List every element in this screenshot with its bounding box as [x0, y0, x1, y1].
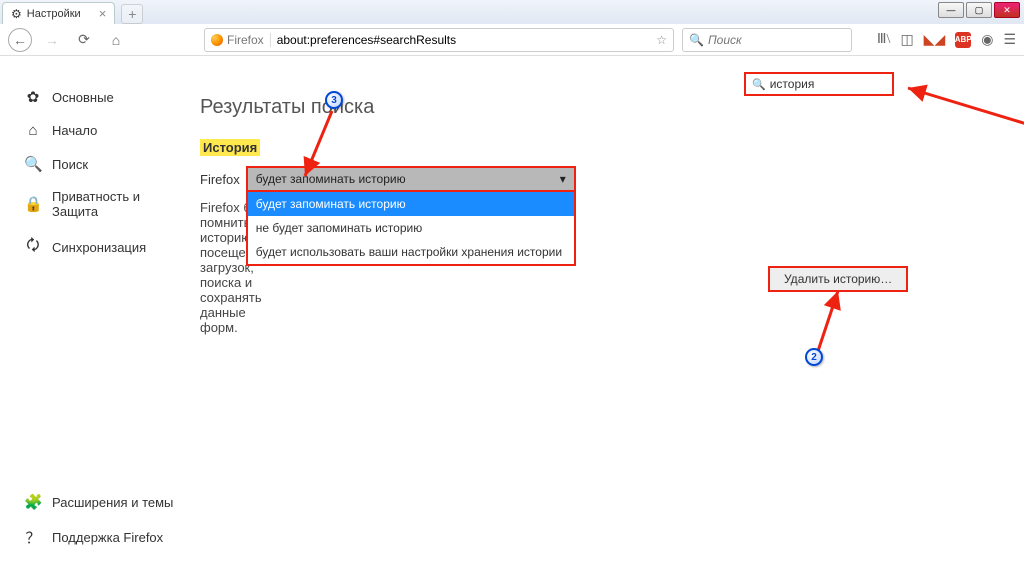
pref-search-box[interactable]: 🔍 история: [744, 72, 894, 96]
callout-arrow-2: [808, 286, 848, 356]
callout-arrow-3: [300, 106, 340, 186]
sync-icon: 🗘: [24, 235, 42, 260]
sidebar-item-label: Расширения и темы: [52, 495, 173, 510]
sidebar-item-label: Начало: [52, 123, 97, 138]
dropdown-option[interactable]: будет запоминать историю: [248, 192, 574, 216]
titlebar: ⚙ Настройки × + — ▢ ✕: [0, 0, 1024, 24]
menu-icon[interactable]: ☰: [1003, 31, 1016, 48]
sidebar-item-label: Поддержка Firefox: [52, 530, 163, 545]
sidebar-item-label: Синхронизация: [52, 240, 146, 255]
history-dropdown[interactable]: будет запоминать историю ▾ будет запомин…: [246, 166, 576, 192]
dropdown-list: будет запоминать историю не будет запоми…: [246, 192, 576, 266]
lock-icon: 🔒: [24, 195, 42, 213]
sidebar-item-sync[interactable]: 🗘 Синхронизация: [24, 227, 180, 268]
sidebar-item-label: Основные: [52, 90, 114, 105]
maximize-button[interactable]: ▢: [966, 2, 992, 18]
new-tab-button[interactable]: +: [121, 4, 143, 24]
pref-search-value: история: [770, 77, 815, 91]
search-icon: 🔍: [689, 33, 704, 47]
sidebar-item-general[interactable]: ✿ Основные: [24, 80, 180, 114]
sidebar-item-support[interactable]: ？ Поддержка Firefox: [24, 519, 180, 556]
chevron-down-icon: ▾: [560, 172, 566, 186]
forward-button[interactable]: →: [40, 28, 64, 52]
url-input[interactable]: [277, 33, 651, 47]
abp-icon[interactable]: ABP: [955, 32, 971, 48]
close-window-button[interactable]: ✕: [994, 2, 1020, 18]
question-icon: ？: [24, 527, 42, 548]
content: ✿ Основные ⌂ Начало 🔍 Поиск 🔒 Приватност…: [0, 56, 1024, 576]
dropdown-option[interactable]: будет использовать ваши настройки хранен…: [248, 240, 574, 264]
callout-arrow-1: [900, 80, 1024, 130]
sidebar-item-label: Поиск: [52, 157, 88, 172]
sidebar-item-label: Приватность и Защита: [52, 189, 180, 219]
sidebar: ✿ Основные ⌂ Начало 🔍 Поиск 🔒 Приватност…: [0, 56, 180, 576]
sidebar-item-extensions[interactable]: 🧩 Расширения и темы: [24, 485, 180, 519]
dropdown-button[interactable]: будет запоминать историю ▾: [246, 166, 576, 192]
search-icon: 🔍: [24, 155, 42, 173]
identity-label: Firefox: [227, 33, 264, 47]
tab-close-icon[interactable]: ×: [99, 6, 107, 21]
profile-icon[interactable]: ◉: [981, 31, 993, 48]
navbar: ← → ⟳ ⌂ Firefox ☆ 🔍 Ⅲ\ ◫ ◣◢ ABP ◉ ☰: [0, 24, 1024, 56]
firefox-logo-icon: [211, 34, 223, 46]
back-button[interactable]: ←: [8, 28, 32, 52]
identity-box[interactable]: Firefox: [211, 33, 271, 47]
tab-title: Настройки: [27, 8, 81, 20]
pocket-icon[interactable]: ◣◢: [924, 31, 946, 48]
section-title-history: История: [200, 139, 260, 156]
search-input[interactable]: [708, 33, 845, 47]
reload-button[interactable]: ⟳: [72, 28, 96, 52]
bookmark-star-icon[interactable]: ☆: [656, 33, 667, 47]
url-bar[interactable]: Firefox ☆: [204, 28, 674, 52]
window-controls: — ▢ ✕: [938, 2, 1020, 18]
browser-tab[interactable]: ⚙ Настройки ×: [2, 2, 115, 24]
search-bar[interactable]: 🔍: [682, 28, 852, 52]
history-row-prefix: Firefox: [200, 172, 240, 187]
dropdown-option[interactable]: не будет запоминать историю: [248, 216, 574, 240]
callout-3: 3: [325, 91, 343, 109]
minimize-button[interactable]: —: [938, 2, 964, 18]
home-icon: ⌂: [24, 122, 42, 139]
callout-2: 2: [805, 348, 823, 366]
main-pane: 🔍 история Результаты поиска История Fire…: [180, 56, 1024, 576]
search-icon: 🔍: [752, 78, 766, 91]
sidebar-item-search[interactable]: 🔍 Поиск: [24, 147, 180, 181]
sidebar-toggle-icon[interactable]: ◫: [900, 31, 913, 48]
library-icon[interactable]: Ⅲ\: [877, 31, 891, 48]
gear-icon: ✿: [24, 88, 42, 106]
gear-icon: ⚙: [11, 7, 22, 21]
home-button[interactable]: ⌂: [104, 28, 128, 52]
sidebar-item-home[interactable]: ⌂ Начало: [24, 114, 180, 147]
puzzle-icon: 🧩: [24, 493, 42, 511]
sidebar-item-privacy[interactable]: 🔒 Приватность и Защита: [24, 181, 180, 227]
